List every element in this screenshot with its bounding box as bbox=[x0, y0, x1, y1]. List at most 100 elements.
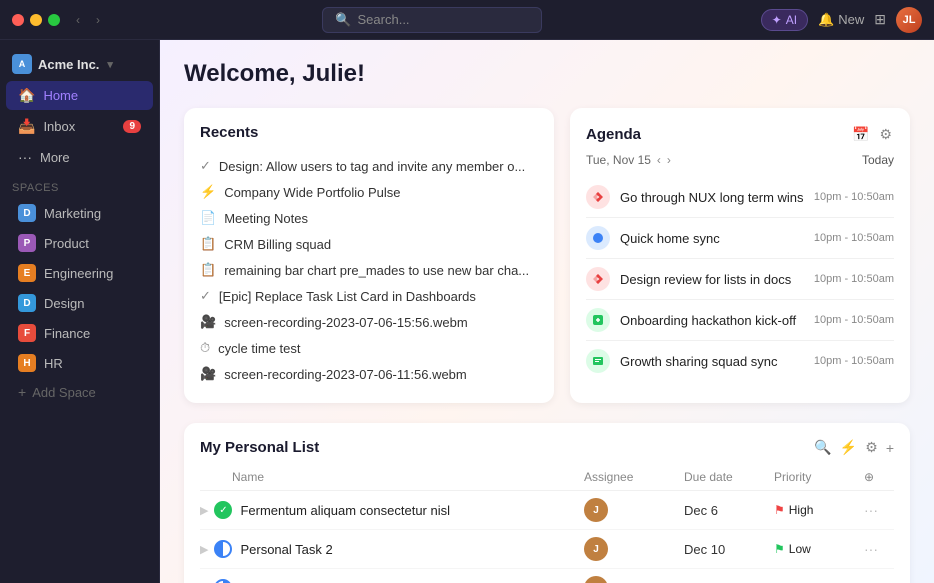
agenda-dot bbox=[586, 226, 610, 250]
assignee-avatar: J bbox=[584, 576, 608, 583]
agenda-item[interactable]: Quick home sync 10pm - 10:50am bbox=[586, 218, 894, 259]
video-icon: 🎥 bbox=[200, 366, 216, 382]
assignee-avatar: J bbox=[584, 498, 608, 522]
space-label: HR bbox=[44, 356, 63, 371]
task-priority: ⚑ High bbox=[774, 503, 864, 517]
agenda-item-time: 10pm - 10:50am bbox=[814, 273, 894, 285]
workspace-header[interactable]: A Acme Inc. ▾ bbox=[0, 48, 159, 80]
minimize-dot[interactable] bbox=[30, 14, 42, 26]
back-arrow[interactable]: ‹ bbox=[72, 11, 84, 29]
settings-action-icon[interactable]: ⚙ bbox=[865, 439, 878, 456]
agenda-item-title: Design review for lists in docs bbox=[620, 272, 804, 287]
space-label: Finance bbox=[44, 326, 90, 341]
agenda-item-title: Quick home sync bbox=[620, 231, 804, 246]
agenda-item-time: 10pm - 10:50am bbox=[814, 314, 894, 326]
sidebar-item-inbox[interactable]: 📥 Inbox 9 bbox=[6, 112, 153, 141]
task-priority: ⚑ Low bbox=[774, 542, 864, 556]
agenda-item-title: Go through NUX long term wins bbox=[620, 190, 804, 205]
agenda-item[interactable]: Onboarding hackathon kick-off 10pm - 10:… bbox=[586, 300, 894, 341]
priority-flag-icon: ⚑ bbox=[774, 503, 785, 517]
task-row: ▶ Personal Task 2 J Dec 10 ⚑ Low ··· bbox=[200, 530, 894, 569]
search-action-icon[interactable]: 🔍 bbox=[814, 439, 831, 456]
add-action-icon[interactable]: + bbox=[886, 440, 894, 456]
filter-action-icon[interactable]: ⚡ bbox=[840, 439, 857, 456]
my-personal-list-card: My Personal List 🔍 ⚡ ⚙ + Name Assignee D… bbox=[184, 423, 910, 583]
task-name[interactable]: Personal Task 2 bbox=[240, 542, 584, 557]
space-label: Design bbox=[44, 296, 84, 311]
space-avatar: D bbox=[18, 204, 36, 222]
ai-label: AI bbox=[786, 13, 797, 27]
forward-arrow[interactable]: › bbox=[92, 11, 104, 29]
agenda-prev-btn[interactable]: ‹ bbox=[657, 153, 661, 167]
task-more-button[interactable]: ··· bbox=[864, 502, 894, 518]
titlebar: ‹ › 🔍 Search... ✦ AI 🔔 New ⊞ JL bbox=[0, 0, 934, 40]
recent-item[interactable]: ✓ [Epic] Replace Task List Card in Dashb… bbox=[200, 283, 538, 309]
sidebar-item-finance[interactable]: F Finance bbox=[6, 319, 153, 347]
new-button[interactable]: 🔔 New bbox=[818, 12, 864, 28]
recent-item[interactable]: 📄 Meeting Notes bbox=[200, 205, 538, 231]
agenda-header: Agenda 📅 ⚙ bbox=[586, 124, 894, 145]
main-layout: A Acme Inc. ▾ 🏠 Home 📥 Inbox 9 ··· More … bbox=[0, 40, 934, 583]
recent-text: CRM Billing squad bbox=[224, 237, 331, 252]
agenda-dot bbox=[586, 308, 610, 332]
ai-icon: ✦ bbox=[772, 13, 782, 27]
search-input[interactable]: 🔍 Search... bbox=[322, 7, 542, 33]
agenda-item[interactable]: Growth sharing squad sync 10pm - 10:50am bbox=[586, 341, 894, 381]
content-area: Welcome, Julie! Recents ✓ Design: Allow … bbox=[160, 40, 934, 583]
inbox-icon: 📥 bbox=[18, 118, 35, 135]
add-col-icon[interactable]: ⊕ bbox=[864, 470, 874, 484]
recent-item[interactable]: 🎥 screen-recording-2023-07-06-15:56.webm bbox=[200, 309, 538, 335]
today-button[interactable]: Today bbox=[862, 153, 894, 167]
agenda-dot bbox=[586, 185, 610, 209]
sidebar-item-engineering[interactable]: E Engineering bbox=[6, 259, 153, 287]
add-space-button[interactable]: + Add Space bbox=[6, 379, 153, 405]
task-assignee: J bbox=[584, 576, 684, 583]
assignee-avatar: J bbox=[584, 537, 608, 561]
bolt-icon: ⚡ bbox=[200, 184, 216, 200]
recent-item[interactable]: 🎥 screen-recording-2023-07-06-11:56.webm bbox=[200, 361, 538, 387]
recent-item[interactable]: ⏱ cycle time test bbox=[200, 335, 538, 361]
clock-icon: ⏱ bbox=[200, 340, 210, 356]
recent-text: cycle time test bbox=[218, 341, 300, 356]
sidebar-item-hr[interactable]: H HR bbox=[6, 349, 153, 377]
close-dot[interactable] bbox=[12, 14, 24, 26]
agenda-next-btn[interactable]: › bbox=[667, 153, 671, 167]
space-label: Product bbox=[44, 236, 89, 251]
maximize-dot[interactable] bbox=[48, 14, 60, 26]
sidebar-item-more[interactable]: ··· More bbox=[6, 143, 153, 171]
ai-button[interactable]: ✦ AI bbox=[761, 9, 808, 31]
expand-icon[interactable]: ▶ bbox=[200, 543, 208, 556]
search-placeholder: Search... bbox=[358, 12, 410, 27]
grid-icon[interactable]: ⊞ bbox=[874, 11, 886, 28]
recent-item[interactable]: ✓ Design: Allow users to tag and invite … bbox=[200, 153, 538, 179]
agenda-item[interactable]: Design review for lists in docs 10pm - 1… bbox=[586, 259, 894, 300]
agenda-item-time: 10pm - 10:50am bbox=[814, 232, 894, 244]
recent-item[interactable]: 📋 remaining bar chart pre_mades to use n… bbox=[200, 257, 538, 283]
search-icon: 🔍 bbox=[335, 12, 351, 28]
agenda-calendar-icon[interactable]: 📅 bbox=[850, 124, 871, 145]
agenda-settings-icon[interactable]: ⚙ bbox=[877, 124, 894, 145]
space-avatar: D bbox=[18, 294, 36, 312]
recent-item[interactable]: ⚡ Company Wide Portfolio Pulse bbox=[200, 179, 538, 205]
sidebar-item-design[interactable]: D Design bbox=[6, 289, 153, 317]
sidebar-item-home[interactable]: 🏠 Home bbox=[6, 81, 153, 110]
expand-icon[interactable]: ▶ bbox=[200, 504, 208, 517]
list-actions: 🔍 ⚡ ⚙ + bbox=[814, 439, 894, 456]
recent-text: Company Wide Portfolio Pulse bbox=[224, 185, 400, 200]
search-bar: 🔍 Search... bbox=[104, 7, 761, 33]
task-due-date[interactable]: Dec 10 bbox=[684, 542, 774, 557]
agenda-item[interactable]: Go through NUX long term wins 10pm - 10:… bbox=[586, 177, 894, 218]
workspace-icon: A bbox=[12, 54, 32, 74]
task-status-done: ✓ bbox=[214, 501, 232, 519]
task-more-button[interactable]: ··· bbox=[864, 541, 894, 557]
sidebar-item-marketing[interactable]: D Marketing bbox=[6, 199, 153, 227]
agenda-item-title: Onboarding hackathon kick-off bbox=[620, 313, 804, 328]
task-due-date[interactable]: Dec 6 bbox=[684, 503, 774, 518]
user-avatar[interactable]: JL bbox=[896, 7, 922, 33]
sidebar-item-product[interactable]: P Product bbox=[6, 229, 153, 257]
space-label: Engineering bbox=[44, 266, 113, 281]
add-space-label: Add Space bbox=[32, 385, 96, 400]
recent-item[interactable]: 📋 CRM Billing squad bbox=[200, 231, 538, 257]
task-name[interactable]: Fermentum aliquam consectetur nisl bbox=[240, 503, 584, 518]
workspace-name: Acme Inc. bbox=[38, 57, 99, 72]
